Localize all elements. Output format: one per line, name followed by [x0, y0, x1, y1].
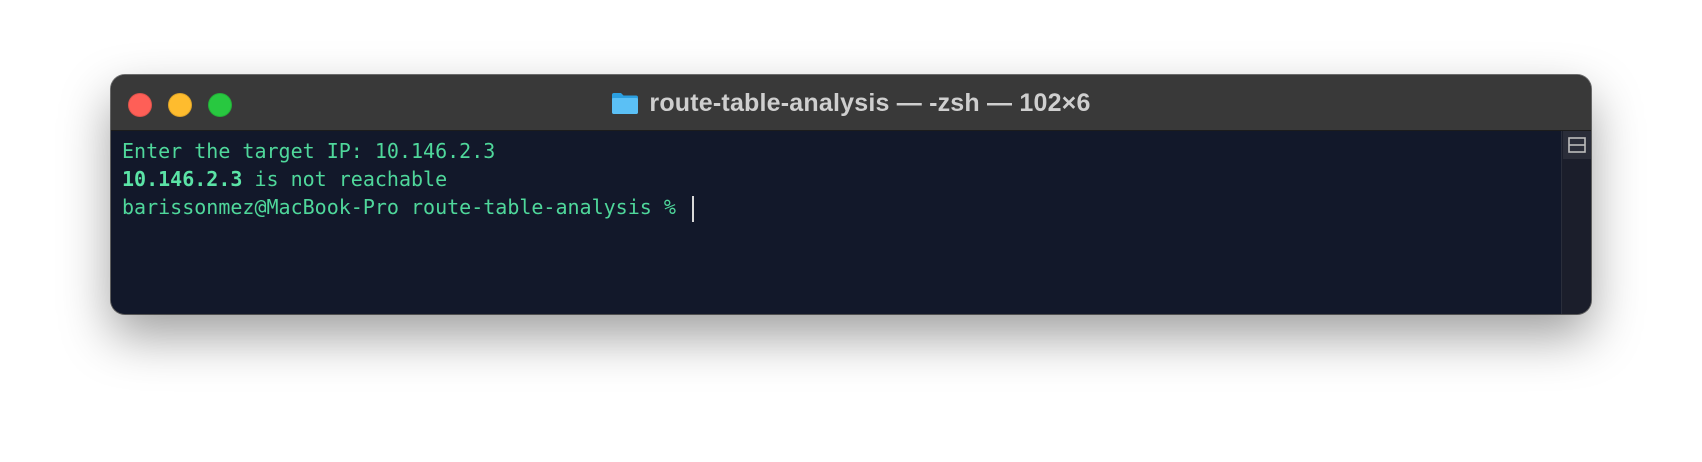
title-bar[interactable]: route-table-analysis — -zsh — 102×6 [111, 75, 1591, 131]
terminal-line: 10.146.2.3 is not reachable [122, 165, 1550, 193]
shell-prompt: barissonmez@MacBook-Pro route-table-anal… [122, 195, 688, 219]
scrollbar[interactable] [1561, 131, 1591, 314]
split-pane-icon [1568, 137, 1586, 153]
window-title-area: route-table-analysis — -zsh — 102×6 [111, 75, 1591, 131]
terminal-prompt-line: barissonmez@MacBook-Pro route-table-anal… [122, 193, 1550, 222]
terminal-line: Enter the target IP: 10.146.2.3 [122, 139, 496, 163]
terminal-window: route-table-analysis — -zsh — 102×6 Ente… [111, 75, 1591, 314]
unreachable-message: is not reachable [242, 167, 448, 191]
text-cursor [691, 195, 694, 222]
split-pane-button[interactable] [1563, 131, 1591, 159]
unreachable-ip: 10.146.2.3 [122, 167, 243, 191]
window-title: route-table-analysis — -zsh — 102×6 [649, 88, 1091, 117]
terminal-content[interactable]: Enter the target IP: 10.146.2.3 10.146.2… [111, 131, 1561, 314]
folder-icon [611, 91, 639, 115]
